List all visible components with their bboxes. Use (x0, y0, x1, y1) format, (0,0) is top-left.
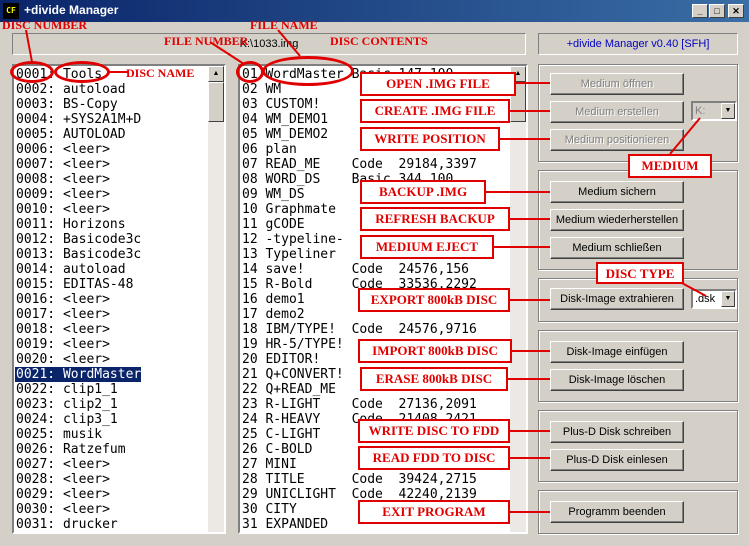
import-callout: IMPORT 800kB DISC (358, 339, 512, 363)
backup-img-callout: BACKUP .IMG (360, 180, 486, 204)
export-callout: EXPORT 800kB DISC (358, 288, 510, 312)
refresh-backup-callout: REFRESH BACKUP (360, 207, 510, 231)
disc-name-highlight (54, 61, 110, 83)
file-number-annotation: FILE NUMBER (164, 34, 249, 48)
file-number-highlight (236, 61, 264, 83)
exit-program-callout: EXIT PROGRAM (358, 500, 510, 524)
medium-callout: MEDIUM (628, 154, 712, 178)
file-name-highlight (262, 56, 354, 86)
file-name-annotation: FILE NAME (250, 18, 318, 32)
write-fdd-callout: WRITE DISC TO FDD (358, 419, 510, 443)
disc-type-callout: DISC TYPE (596, 262, 684, 284)
open-img-callout: OPEN .IMG FILE (360, 72, 516, 96)
disc-contents-annotation: DISC CONTENTS (330, 34, 428, 48)
disc-number-highlight (10, 61, 54, 83)
erase-callout: ERASE 800kB DISC (360, 367, 508, 391)
create-img-callout: CREATE .IMG FILE (360, 99, 510, 123)
disc-name-annotation: DISC NAME (126, 66, 195, 80)
disc-number-annotation: DISC NUMBER (2, 18, 88, 32)
medium-eject-callout: MEDIUM EJECT (360, 235, 494, 259)
write-position-callout: WRITE POSITION (360, 127, 500, 151)
read-fdd-callout: READ FDD TO DISC (358, 446, 510, 470)
